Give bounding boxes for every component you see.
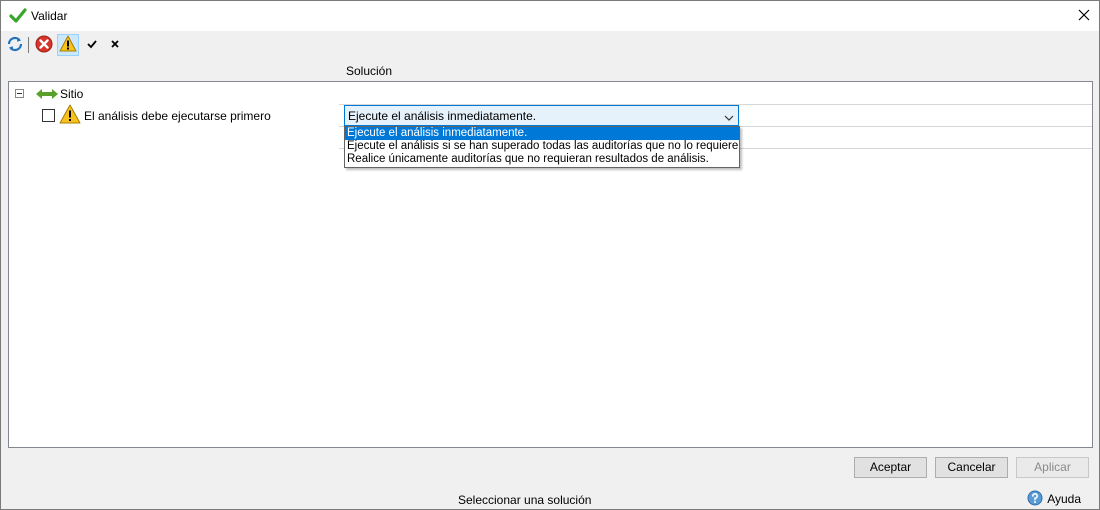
toolbar [1, 33, 1099, 57]
status-bar: Seleccionar una solución Ayuda [1, 486, 1099, 509]
refresh-icon [6, 35, 24, 56]
help-link[interactable]: Ayuda [1027, 490, 1081, 509]
checkmark-icon [9, 7, 27, 25]
show-errors-button[interactable] [33, 34, 55, 56]
site-icon [36, 88, 58, 102]
site-label[interactable]: Sitio [60, 87, 83, 101]
solution-combobox[interactable]: Ejecute el análisis inmediatamente. [344, 105, 739, 126]
uncheck-all-button[interactable] [104, 34, 126, 56]
check-all-button[interactable] [81, 34, 103, 56]
solution-option[interactable]: Realice únicamente auditorías que no req… [345, 153, 739, 166]
toolbar-separator [28, 37, 29, 53]
collapse-toggle[interactable] [15, 89, 24, 98]
close-button[interactable] [1069, 1, 1099, 31]
solution-dropdown-list: Ejecute el análisis inmediatamente. Ejec… [344, 126, 740, 168]
ok-button[interactable]: Aceptar [854, 457, 927, 478]
window-title: Validar [31, 9, 68, 23]
cancel-button[interactable]: Cancelar [935, 457, 1008, 478]
solution-option[interactable]: Ejecute el análisis si se han superado t… [345, 140, 739, 153]
x-icon [110, 38, 120, 52]
warning-icon [59, 35, 77, 55]
chevron-down-icon[interactable] [724, 111, 734, 125]
issue-label[interactable]: El análisis debe ejecutarse primero [84, 109, 271, 123]
solution-column-header[interactable]: Solución [346, 64, 392, 78]
validar-dialog: Validar Solución Sitio El análisis debe … [0, 0, 1100, 510]
warning-icon [59, 104, 81, 127]
refresh-button[interactable] [4, 34, 26, 56]
apply-button[interactable]: Aplicar [1016, 457, 1089, 478]
check-icon [86, 38, 98, 53]
error-icon [35, 35, 53, 56]
close-icon [1078, 9, 1090, 24]
solution-combobox-value: Ejecute el análisis inmediatamente. [348, 109, 537, 123]
validation-tree: Sitio El análisis debe ejecutarse primer… [8, 81, 1093, 448]
help-label: Ayuda [1047, 492, 1081, 506]
issue-checkbox[interactable] [42, 109, 55, 122]
status-text: Seleccionar una solución [458, 493, 592, 507]
title-bar: Validar [1, 1, 1099, 31]
help-icon [1027, 490, 1043, 509]
show-warnings-button[interactable] [57, 34, 79, 56]
solution-option[interactable]: Ejecute el análisis inmediatamente. [345, 127, 739, 140]
